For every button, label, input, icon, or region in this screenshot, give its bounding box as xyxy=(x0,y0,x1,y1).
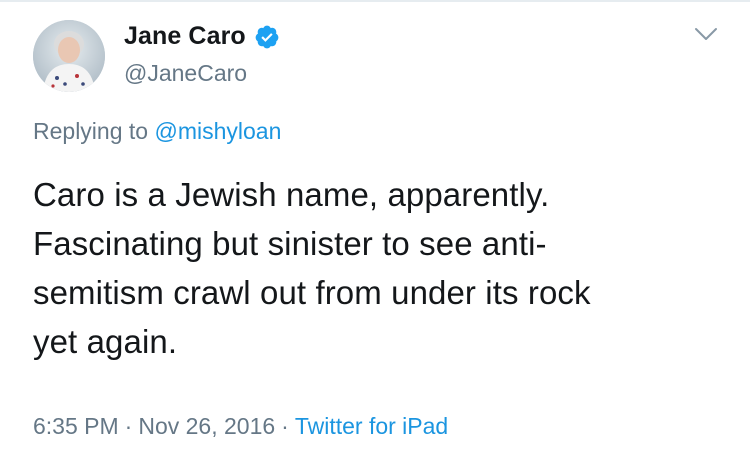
tweet-source-link[interactable]: Twitter for iPad xyxy=(295,413,448,439)
tweet-card: Jane Caro @JaneCaro Replying to @mishylo… xyxy=(0,0,750,459)
verified-badge-icon xyxy=(254,24,280,50)
chevron-down-icon[interactable] xyxy=(694,26,718,42)
tweet-metadata: 6:35 PM · Nov 26, 2016 · Twitter for iPad xyxy=(33,413,448,440)
author-handle[interactable]: @JaneCaro xyxy=(124,60,247,87)
tweet-text-line: semitism crawl out from under its rock xyxy=(33,274,591,311)
avatar[interactable] xyxy=(33,20,105,92)
meta-separator: · xyxy=(124,413,133,439)
reply-target-link[interactable]: @mishyloan xyxy=(154,118,281,144)
display-name[interactable]: Jane Caro xyxy=(124,22,246,51)
meta-separator: · xyxy=(281,413,289,439)
avatar-image xyxy=(33,20,105,92)
tweet-text-line: Fascinating but sinister to see anti- xyxy=(33,225,547,262)
tweet-time[interactable]: 6:35 PM xyxy=(33,413,119,439)
divider xyxy=(0,0,750,2)
tweet-text-line: Caro is a Jewish name, apparently. xyxy=(33,176,550,213)
tweet-text-line: yet again. xyxy=(33,323,178,360)
replying-to: Replying to @mishyloan xyxy=(33,118,281,145)
replying-to-label: Replying to xyxy=(33,118,149,144)
tweet-text: Caro is a Jewish name, apparently. Fasci… xyxy=(33,170,733,366)
author-name-row[interactable]: Jane Caro xyxy=(124,22,280,51)
tweet-date[interactable]: Nov 26, 2016 xyxy=(138,413,275,439)
